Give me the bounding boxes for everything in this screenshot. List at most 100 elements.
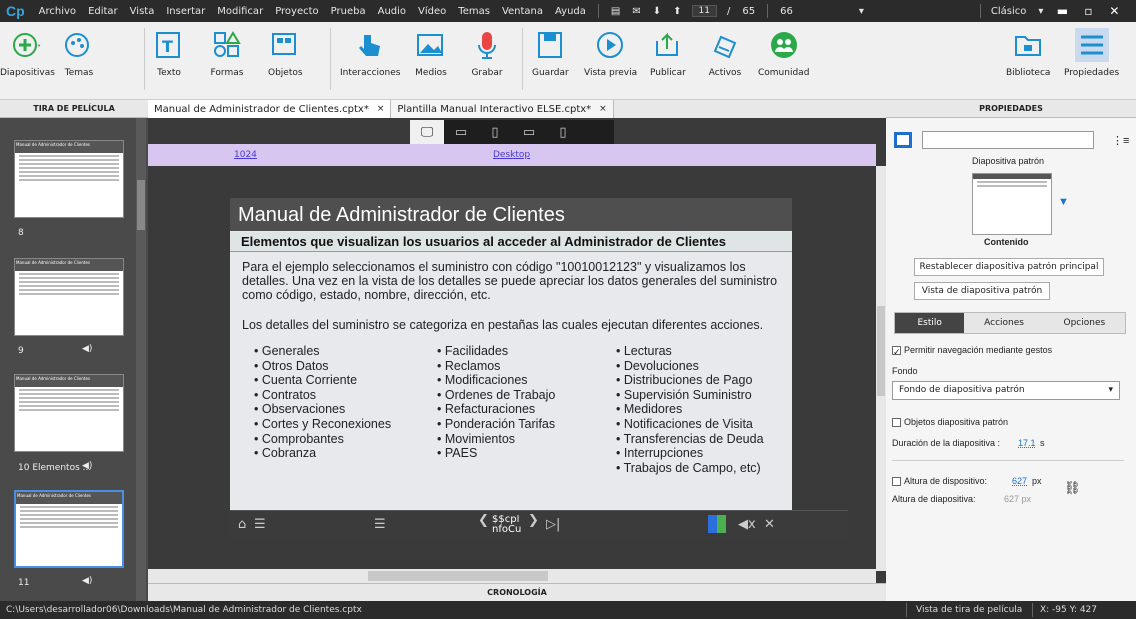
activos-button[interactable]: Activos [708, 28, 742, 78]
gesture-checkbox-row[interactable]: ✓ Permitir navegación mediante gestos [892, 345, 1052, 357]
slide-thumbnail-selected[interactable]: Manual de Administrador de Clientes [14, 490, 124, 568]
slide-paragraph-1[interactable]: Para el ejemplo seleccionamos el suminis… [242, 260, 782, 302]
arrow-down-icon[interactable]: ⬇ [653, 6, 661, 17]
chevron-down-icon[interactable]: ▾ [1038, 6, 1043, 17]
chevron-down-icon[interactable]: ▾ [859, 6, 864, 17]
toc-icon[interactable]: ☰ [254, 517, 266, 532]
scroll-thumb[interactable] [877, 306, 885, 396]
temas-button[interactable]: Temas [62, 28, 96, 78]
texto-button[interactable]: T Texto [152, 28, 186, 78]
arrow-up-icon[interactable]: ⬆ [673, 6, 681, 17]
publicar-button[interactable]: Publicar [650, 28, 686, 78]
tab-plantilla[interactable]: Plantilla Manual Interactivo ELSE.cptx* × [391, 100, 614, 118]
altura-value[interactable]: 627 [1012, 476, 1027, 486]
propiedades-button[interactable]: Propiedades [1064, 28, 1119, 78]
mute-icon[interactable]: ◀x [738, 517, 756, 532]
list-item: Transferencias de Deuda [616, 432, 764, 447]
slide-name-input[interactable] [922, 131, 1094, 149]
objetos-button[interactable]: Objetos [268, 28, 303, 78]
slide-list-col2[interactable]: Facilidades Reclamos Modificaciones Orde… [437, 344, 556, 461]
close-icon[interactable]: × [377, 104, 385, 114]
filmstrip-scrollbar-thumb[interactable] [137, 180, 145, 230]
close-icon[interactable]: ✕ [1101, 2, 1127, 20]
guardar-button[interactable]: Guardar [532, 28, 569, 78]
slide-thumbnail[interactable]: Manual de Administrador de Clientes [14, 374, 124, 452]
menu-modificar[interactable]: Modificar [217, 6, 263, 17]
menu-editar[interactable]: Editar [88, 6, 118, 17]
tablet-landscape-icon[interactable]: ▭ [444, 120, 478, 144]
menu-audio[interactable]: Audio [378, 6, 406, 17]
reset-master-button[interactable]: Restablecer diapositiva patrón principal [914, 258, 1104, 276]
options-menu-icon[interactable]: ⋮≡ [1112, 134, 1129, 147]
slide-list-col3[interactable]: Lecturas Devoluciones Distribuciones de … [616, 344, 764, 475]
stage-hscroll[interactable] [148, 569, 876, 583]
home-icon[interactable]: ⌂ [238, 517, 246, 532]
breakpoint-device[interactable]: Desktop [493, 150, 530, 160]
next-icon[interactable]: ❯ [528, 513, 539, 528]
phone-portrait-icon[interactable]: ▯ [546, 120, 580, 144]
view-master-button[interactable]: Vista de diapositiva patrón [914, 282, 1050, 300]
duracion-value[interactable]: 17.1 [1018, 438, 1036, 448]
checkbox-icon[interactable] [892, 418, 901, 428]
phone-landscape-icon[interactable]: ▭ [512, 120, 546, 144]
fondo-select[interactable]: Fondo de diapositiva patrón ▾ [892, 381, 1120, 400]
close-icon[interactable]: ✕ [764, 517, 775, 532]
timeline-header[interactable]: CRONOLOGÍA [148, 583, 886, 601]
vista-previa-button[interactable]: Vista previa [584, 28, 637, 78]
maximize-icon[interactable]: ▫ [1075, 2, 1101, 20]
menu-vista[interactable]: Vista [130, 6, 155, 17]
diapositivas-button[interactable]: ˅ Diapositivas [0, 28, 55, 78]
link-icon[interactable]: ⛓ [1064, 480, 1081, 496]
biblioteca-button[interactable]: Biblioteca [1006, 28, 1050, 78]
skip-icon[interactable]: ▷| [546, 517, 560, 532]
widget-icon[interactable] [708, 515, 726, 533]
page-current-input[interactable]: 11 [691, 5, 717, 17]
slide-list-col1[interactable]: Generales Otros Datos Cuenta Corriente C… [254, 344, 391, 461]
checkbox-icon[interactable] [892, 477, 901, 487]
menu-temas[interactable]: Temas [458, 6, 490, 17]
props-scrollbar[interactable] [1128, 336, 1136, 436]
menu-proyecto[interactable]: Proyecto [275, 6, 318, 17]
checkbox-checked-icon[interactable]: ✓ [892, 346, 901, 357]
comment-icon[interactable]: ▤ [611, 6, 620, 17]
prev-icon[interactable]: ❮ [478, 513, 489, 528]
tablet-portrait-icon[interactable]: ▯ [478, 120, 512, 144]
slide-title[interactable]: Manual de Administrador de Clientes [230, 198, 792, 231]
scroll-thumb[interactable] [368, 571, 548, 581]
interacciones-button[interactable]: Interacciones [340, 28, 400, 78]
formas-button[interactable]: Formas [210, 28, 244, 78]
menu-video[interactable]: Vídeo [418, 6, 446, 17]
menu-icon[interactable]: ☰ [374, 517, 386, 532]
mail-icon[interactable]: ✉ [632, 6, 640, 17]
comunidad-button[interactable]: Comunidad [758, 28, 809, 78]
menu-ayuda[interactable]: Ayuda [555, 6, 586, 17]
master-slide-thumbnail[interactable] [972, 173, 1052, 235]
slide-paragraph-2[interactable]: Los detalles del suministro se categoriz… [242, 318, 782, 332]
slide-thumbnail[interactable]: Manual de Administrador de Clientes [14, 258, 124, 336]
grabar-button[interactable]: Grabar [470, 28, 504, 78]
objetos-checkbox-row[interactable]: Objetos diapositiva patrón [892, 417, 1008, 428]
tab-opciones[interactable]: Opciones [1044, 313, 1125, 333]
menu-archivo[interactable]: Archivo [39, 6, 76, 17]
breakpoint-width[interactable]: 1024 [234, 150, 257, 160]
menu-ventana[interactable]: Ventana [502, 6, 543, 17]
microphone-icon [470, 28, 504, 62]
stage-vscroll[interactable] [876, 166, 886, 571]
tab-estilo[interactable]: Estilo [895, 313, 965, 333]
tab-acciones[interactable]: Acciones [964, 313, 1043, 333]
slide-subtitle[interactable]: Elementos que visualizan los usuarios al… [230, 232, 792, 252]
close-icon[interactable]: × [599, 104, 607, 114]
desktop-icon[interactable]: 🖵 [410, 120, 444, 144]
diapositivas-label: Diapositivas [0, 68, 55, 78]
medios-button[interactable]: Medios [414, 28, 448, 78]
fill-color-swatch[interactable] [894, 132, 912, 148]
minimize-icon[interactable]: ▬ [1049, 2, 1075, 20]
tab-manual[interactable]: Manual de Administrador de Clientes.cptx… [148, 100, 392, 118]
altura-checkbox-row[interactable]: Altura de dispositivo: [892, 476, 987, 487]
dropdown-arrow-icon[interactable]: ▼ [1058, 196, 1069, 208]
filmstrip-scrollbar[interactable] [136, 118, 146, 601]
workspace-mode-dropdown[interactable]: Clásico [991, 6, 1027, 17]
menu-insertar[interactable]: Insertar [166, 6, 205, 17]
slide-thumbnail[interactable]: Manual de Administrador de Clientes [14, 140, 124, 218]
menu-prueba[interactable]: Prueba [331, 6, 366, 17]
